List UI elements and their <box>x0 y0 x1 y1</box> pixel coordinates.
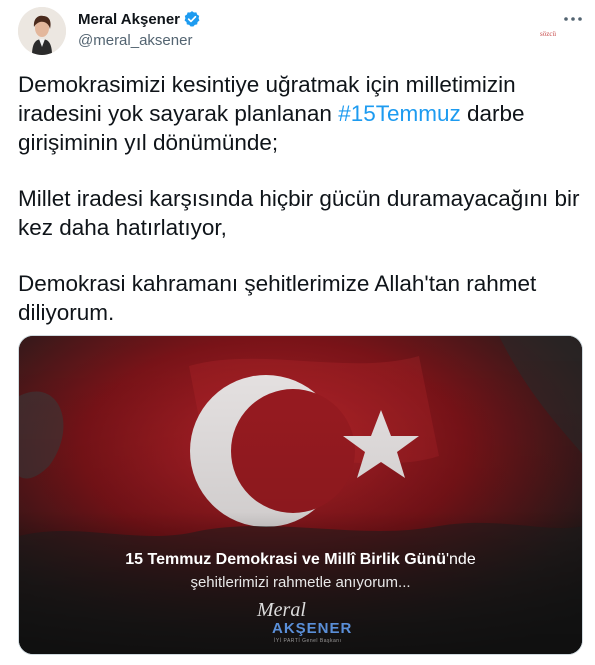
more-options-icon[interactable] <box>560 8 586 30</box>
author-display-name[interactable]: Meral Akşener <box>78 11 180 28</box>
tweet-text: Demokrasimizi kesintiye uğratmak için mi… <box>18 70 583 354</box>
watermark: sözcü <box>540 30 556 38</box>
tweet-paragraph-3: Demokrasi kahramanı şehitlerimize Allah'… <box>18 271 537 325</box>
media-caption-bold: 15 Temmuz Demokrasi ve Millî Birlik Günü <box>125 551 446 568</box>
hashtag-link[interactable]: #15Temmuz <box>338 101 461 126</box>
signature-subtitle: İYİ PARTİ Genel Başkanı <box>274 638 342 644</box>
signature-surname: AKŞENER <box>272 620 353 637</box>
tweet-media-image[interactable]: 15 Temmuz Demokrasi ve Millî Birlik Günü… <box>18 335 583 655</box>
avatar[interactable] <box>18 7 66 55</box>
media-caption-line2: şehitlerimizi rahmetle anıyorum... <box>190 574 411 591</box>
tweet: Meral Akşener @meral_aksener sözcü Demok… <box>0 0 595 665</box>
media-caption-suffix: 'nde <box>445 551 476 568</box>
author-name-row: Meral Akşener <box>78 10 201 28</box>
verified-badge-icon <box>183 10 201 28</box>
tweet-paragraph-1: Demokrasimizi kesintiye uğratmak için mi… <box>18 70 583 157</box>
signature-script: Meral <box>257 599 306 621</box>
media-caption-line1: 15 Temmuz Demokrasi ve Millî Birlik Günü… <box>19 551 582 569</box>
author-handle[interactable]: @meral_aksener <box>78 32 192 49</box>
tweet-paragraph-2: Millet iradesi karşısında hiçbir gücün d… <box>18 186 580 240</box>
